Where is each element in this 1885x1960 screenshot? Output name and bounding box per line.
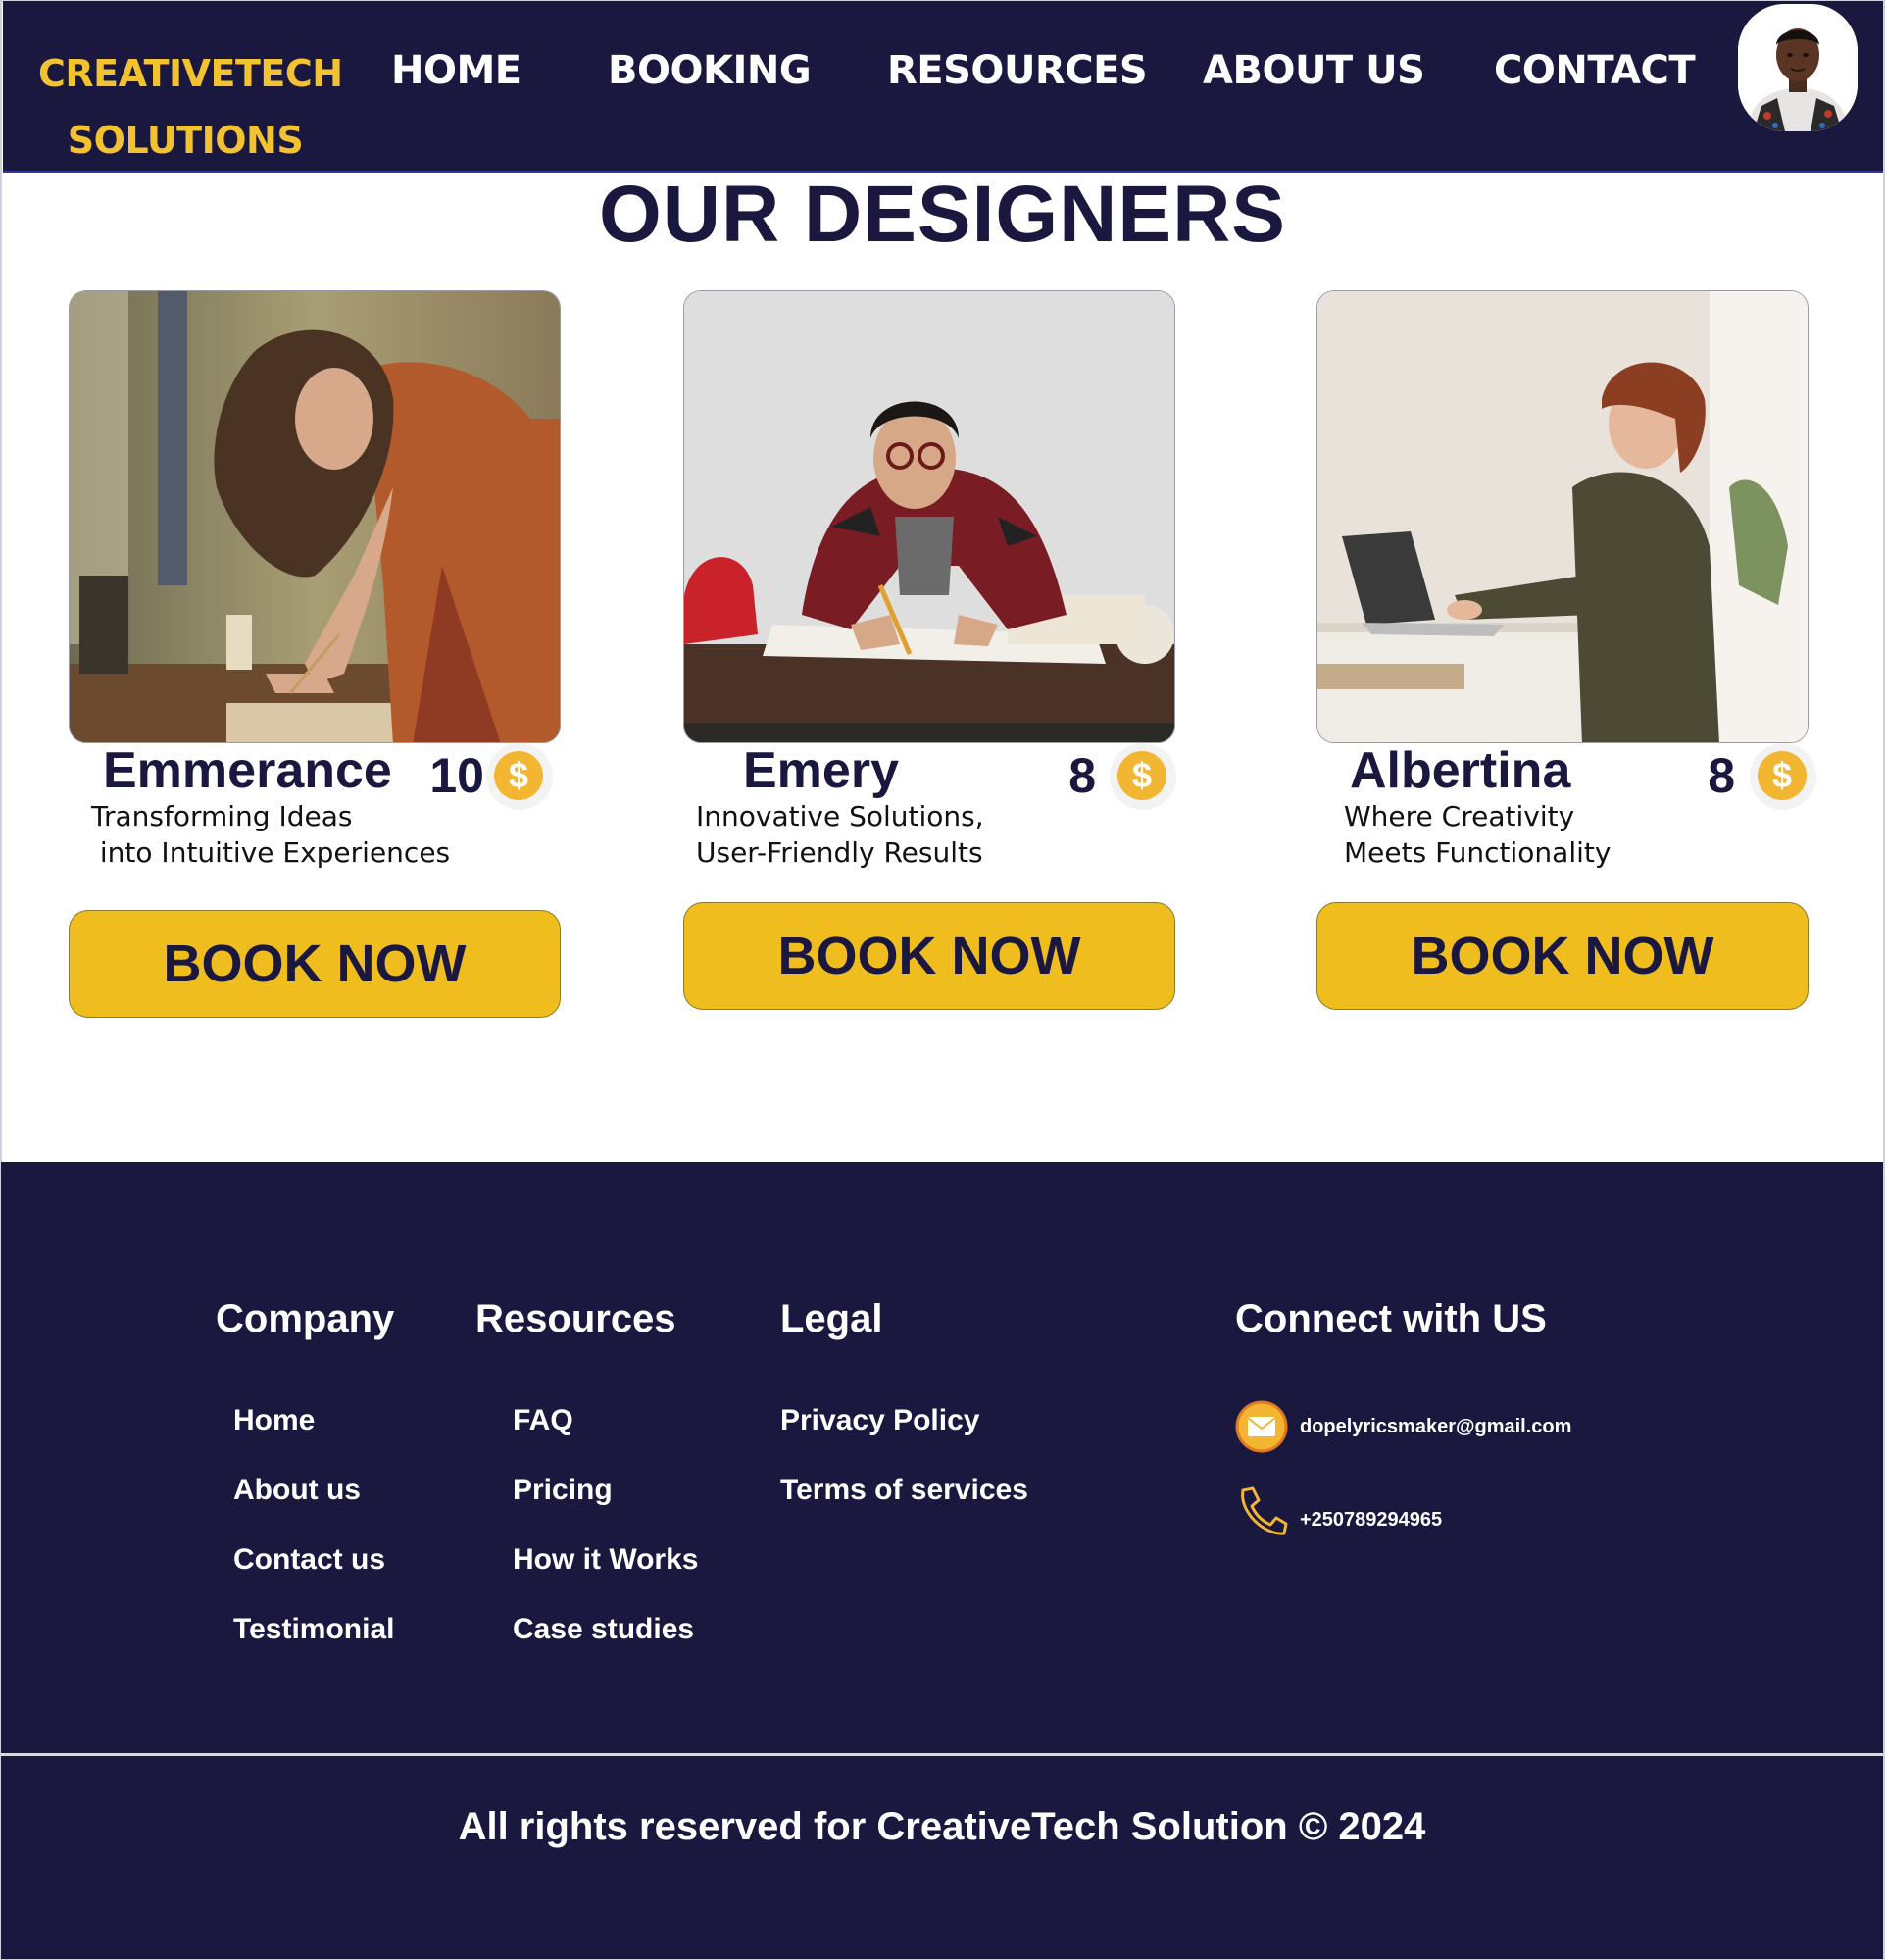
designer-photo-emery [683,290,1175,743]
site-footer: Company Resources Legal Connect with US … [1,1162,1883,1959]
designer-tagline: Innovative Solutions, User-Friendly Resu… [696,800,984,869]
contact-phone[interactable]: +250789294965 [1300,1509,1442,1532]
footer-heading-resources: Resources [475,1297,676,1340]
dollar-coin-icon: $ [1750,743,1816,810]
brand-line-1: CREATIVETECH [38,52,343,95]
contact-email[interactable]: dopelyricsmaker@gmail.com [1300,1416,1571,1438]
nav-booking[interactable]: BOOKING [608,48,812,93]
footer-link-contact-us[interactable]: Contact us [233,1543,385,1577]
book-now-button-emery[interactable]: BOOK NOW [683,902,1175,1010]
designer-photo-albertina [1316,290,1809,743]
page-title: OUR DESIGNERS [599,170,1286,259]
designer-name: Albertina [1350,742,1571,799]
footer-link-terms-of-services[interactable]: Terms of services [780,1474,1028,1507]
footer-link-about-us[interactable]: About us [233,1474,361,1507]
nav-resources[interactable]: RESOURCES [887,48,1148,93]
footer-link-pricing[interactable]: Pricing [513,1474,613,1507]
dollar-coin-icon: $ [1110,743,1176,810]
nav-about-us[interactable]: ABOUT US [1203,48,1425,93]
footer-heading-company: Company [216,1297,395,1340]
designer-price: 8 [1068,748,1096,803]
footer-divider [1,1753,1883,1756]
copyright-text: All rights reserved for CreativeTech Sol… [458,1805,1426,1848]
footer-link-home[interactable]: Home [233,1404,315,1437]
brand-line-2: SOLUTIONS [67,119,304,162]
designer-photo-emmerance [69,290,561,743]
phone-icon [1235,1484,1288,1537]
email-icon [1235,1400,1288,1453]
user-avatar[interactable] [1738,4,1858,131]
brand-logo[interactable]: CREATIVETECH SOLUTIONS [38,40,343,174]
designer-tagline: Transforming Ideas into Intuitive Experi… [91,800,451,869]
footer-link-case-studies[interactable]: Case studies [513,1613,694,1646]
designer-tagline: Where Creativity Meets Functionality [1344,800,1612,869]
nav-contact[interactable]: CONTACT [1494,48,1696,93]
designer-price: 8 [1708,748,1735,803]
footer-link-testimonial[interactable]: Testimonial [233,1613,394,1646]
book-now-button-emmerance[interactable]: BOOK NOW [69,910,561,1018]
dollar-coin-icon: $ [486,743,553,810]
book-now-button-albertina[interactable]: BOOK NOW [1316,902,1809,1010]
footer-heading-legal: Legal [780,1297,883,1340]
designer-name: Emmerance [103,742,392,799]
footer-heading-connect: Connect with US [1235,1297,1547,1340]
footer-link-how-it-works[interactable]: How it Works [513,1543,698,1577]
designer-name: Emery [743,742,899,799]
nav-home[interactable]: HOME [391,48,521,93]
footer-link-privacy-policy[interactable]: Privacy Policy [780,1404,979,1437]
designer-price: 10 [429,748,484,803]
footer-link-faq[interactable]: FAQ [513,1404,573,1437]
top-navbar: CREATIVETECH SOLUTIONS HOME BOOKING RESO… [3,1,1883,173]
